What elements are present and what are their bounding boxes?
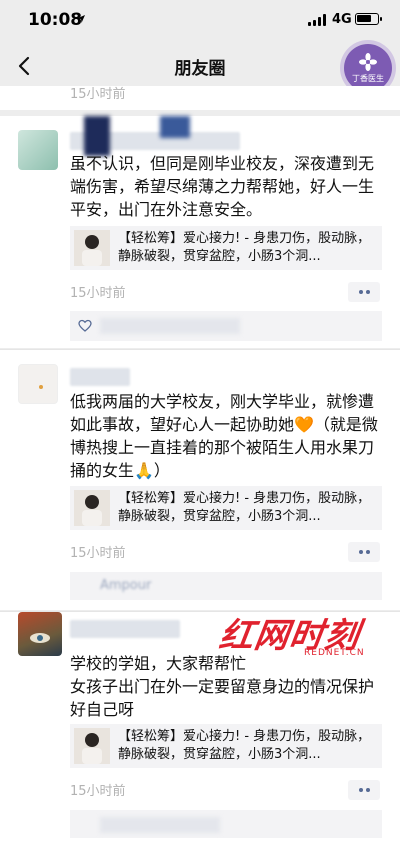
- more-dots-icon[interactable]: [348, 542, 380, 562]
- watermark-subtext: REDNET.CN: [304, 648, 365, 658]
- likes-bar[interactable]: [70, 311, 382, 341]
- status-bar: 10:08 4G: [0, 0, 400, 44]
- link-title: 【轻松筹】爱心接力! - 身患刀伤，股动脉，静脉破裂，贯穿盆腔，小肠3个洞...: [118, 491, 371, 524]
- app-badge-label: 丁香医生: [352, 74, 384, 83]
- liker-names: Ampour: [100, 578, 152, 593]
- author-name[interactable]: [70, 368, 130, 386]
- heart-outline-icon: [78, 319, 92, 332]
- post-time: 15小时前: [70, 546, 126, 561]
- post-text: 低我两届的大学校友，刚大学毕业，就惨遭如此事故，望好心人一起协助她🧡（就是微博热…: [70, 392, 378, 480]
- avatar-fragment: [84, 116, 110, 156]
- link-thumbnail: [74, 728, 110, 764]
- more-dots-icon[interactable]: [348, 282, 380, 302]
- link-card[interactable]: 【轻松筹】爱心接力! - 身患刀伤，股动脉，静脉破裂，贯穿盆腔，小肠3个洞...: [70, 226, 382, 270]
- link-title: 【轻松筹】爱心接力! - 身患刀伤，股动脉，静脉破裂，贯穿盆腔，小肠3个洞...: [118, 231, 371, 264]
- flower-icon: [359, 53, 377, 71]
- link-title: 【轻松筹】爱心接力! - 身患刀伤，股动脉，静脉破裂，贯穿盆腔，小肠3个洞...: [118, 729, 371, 762]
- link-card[interactable]: 【轻松筹】爱心接力! - 身患刀伤，股动脉，静脉破裂，贯穿盆腔，小肠3个洞...: [70, 724, 382, 768]
- status-time: 10:08: [28, 10, 83, 30]
- location-arrow-icon: [77, 15, 85, 23]
- battery-icon: [355, 13, 382, 25]
- post-time: 15小时前: [70, 784, 126, 799]
- avatar[interactable]: [18, 130, 58, 170]
- post-text: 虽不认识，但同是刚毕业校友，深夜遭到无端伤害，希望尽绵薄之力帮帮她，好人一生平安…: [70, 154, 375, 219]
- previous-post-fragment: 15小时前: [0, 86, 400, 110]
- liker-names: [100, 318, 240, 334]
- link-thumbnail: [74, 230, 110, 266]
- page-title: 朋友圈: [174, 59, 226, 79]
- link-thumbnail: [74, 490, 110, 526]
- nav-bar: 朋友圈: [0, 44, 400, 88]
- avatar-fragment: [160, 116, 190, 138]
- watermark-logo: 红网时刻 REDNET.CN: [217, 608, 380, 664]
- more-dots-icon[interactable]: [348, 780, 380, 800]
- moment-post: 虽不认识，但同是刚毕业校友，深夜遭到无端伤害，希望尽绵薄之力帮帮她，好人一生平安…: [0, 116, 400, 348]
- moment-post: 低我两届的大学校友，刚大学毕业，就惨遭如此事故，望好心人一起协助她🧡（就是微博热…: [0, 350, 400, 610]
- link-card[interactable]: 【轻松筹】爱心接力! - 身患刀伤，股动脉，静脉破裂，贯穿盆腔，小肠3个洞...: [70, 486, 382, 530]
- likes-bar[interactable]: Ampour: [70, 572, 382, 600]
- avatar-image: [39, 385, 43, 389]
- liker-names: [100, 817, 220, 833]
- post-time: 15小时前: [70, 87, 126, 102]
- author-name[interactable]: [70, 620, 180, 638]
- floating-app-badge[interactable]: 丁香医生: [344, 44, 392, 92]
- avatar-image: [30, 633, 50, 643]
- signal-bars-icon: [308, 14, 326, 26]
- avatar[interactable]: [18, 612, 62, 656]
- post-time: 15小时前: [70, 286, 126, 301]
- avatar[interactable]: [18, 364, 58, 404]
- network-label: 4G: [332, 12, 352, 27]
- likes-bar[interactable]: [70, 810, 382, 838]
